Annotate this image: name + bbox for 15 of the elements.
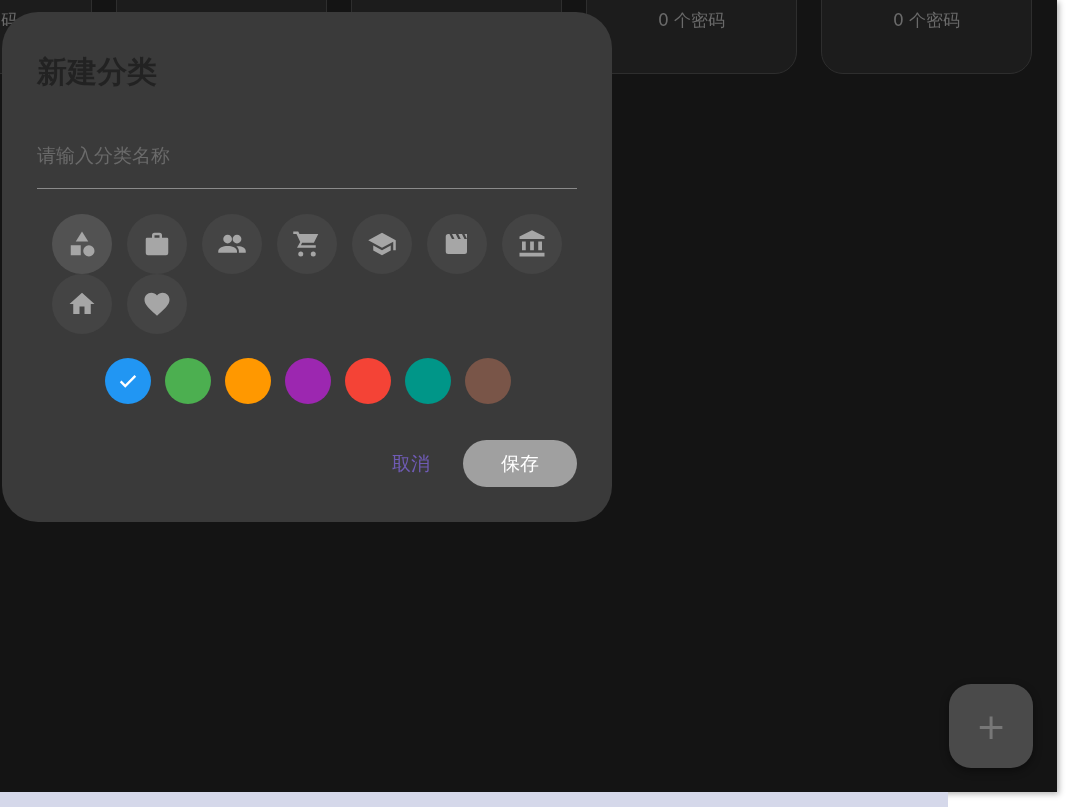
password-count: 0 个密码 xyxy=(892,9,961,32)
color-swatch[interactable] xyxy=(225,358,271,404)
password-count: 0 个密码 xyxy=(657,9,726,32)
color-swatch[interactable] xyxy=(285,358,331,404)
category-card[interactable]: 0 个密码 xyxy=(586,0,797,74)
category-card[interactable]: 0 个密码 xyxy=(821,0,1032,74)
color-swatch[interactable] xyxy=(465,358,511,404)
bank-icon xyxy=(517,229,547,259)
add-button[interactable]: + xyxy=(949,684,1033,768)
color-swatch[interactable] xyxy=(405,358,451,404)
color-swatch[interactable] xyxy=(345,358,391,404)
color-swatch[interactable] xyxy=(165,358,211,404)
save-button[interactable]: 保存 xyxy=(463,440,577,487)
color-swatch[interactable] xyxy=(105,358,151,404)
cancel-button[interactable]: 取消 xyxy=(392,446,430,481)
